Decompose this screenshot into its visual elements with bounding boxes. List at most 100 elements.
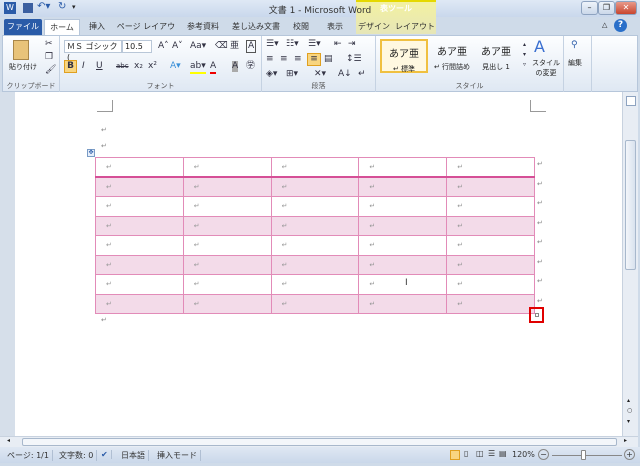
italic-button[interactable]: I: [82, 61, 85, 72]
table-cell[interactable]: ↵: [446, 196, 535, 217]
style-heading-1[interactable]: あア亜 見出し 1: [472, 39, 520, 73]
change-styles-button[interactable]: スタイルの変更: [530, 58, 562, 78]
table-cell[interactable]: ↵: [270, 293, 360, 314]
table-cell[interactable]: ↵: [182, 293, 272, 314]
proofing-icon[interactable]: ✔: [98, 450, 112, 459]
zoom-in-icon[interactable]: +: [624, 449, 635, 460]
line-spacing-icon[interactable]: ↕☰: [346, 54, 362, 65]
table-cell[interactable]: ↵: [182, 176, 272, 197]
table-cell[interactable]: ↵: [95, 157, 184, 178]
table-cell[interactable]: ↵: [182, 235, 272, 256]
help-icon[interactable]: ?: [614, 19, 627, 32]
borders-icon[interactable]: ⊞▾: [286, 69, 298, 80]
draft-view-icon[interactable]: ▤: [499, 449, 507, 458]
table-cell[interactable]: ↵: [446, 215, 535, 236]
table-cell[interactable]: ↵: [182, 215, 272, 236]
table-cell[interactable]: ↵: [270, 215, 360, 236]
phonetic-icon[interactable]: 亜: [230, 41, 239, 52]
font-name-select[interactable]: ＭＳ ゴシック (: [64, 40, 122, 62]
tab-references[interactable]: 参考資料: [180, 19, 226, 35]
subscript-button[interactable]: x₂: [134, 61, 143, 72]
shading-icon[interactable]: ◈▾: [266, 69, 277, 80]
table-cell[interactable]: ↵: [358, 157, 448, 178]
format-painter-icon[interactable]: 🖌: [45, 65, 56, 76]
zoom-level[interactable]: 120%: [512, 450, 535, 459]
restore-button[interactable]: ❐: [598, 1, 615, 15]
font-color-icon[interactable]: A: [210, 61, 217, 74]
tab-layout[interactable]: レイアウト: [394, 19, 436, 35]
align-left-icon[interactable]: ≡: [266, 54, 274, 65]
insert-mode[interactable]: 挿入モード: [154, 450, 201, 461]
table-cell[interactable]: ↵: [358, 215, 448, 236]
table-cell[interactable]: ↵: [446, 157, 535, 178]
styles-scroll-icon[interactable]: ▴ ▾ ▿: [523, 40, 526, 70]
table-cell[interactable]: ↵: [446, 235, 535, 256]
sort-icon[interactable]: A↓: [338, 69, 352, 80]
bold-button[interactable]: B: [64, 60, 77, 73]
paste-button[interactable]: 貼り付け: [9, 62, 37, 72]
distributed-icon[interactable]: ▤: [324, 54, 333, 65]
table-cell[interactable]: ↵: [358, 293, 448, 314]
text-effects-icon[interactable]: A▾: [170, 61, 181, 72]
align-center-icon[interactable]: ≡: [280, 54, 288, 65]
tab-review[interactable]: 校閲: [286, 19, 316, 35]
tab-view[interactable]: 表示: [318, 19, 352, 35]
table-cell[interactable]: ↵: [446, 274, 535, 295]
grow-font-icon[interactable]: A˄: [158, 41, 169, 52]
word-count[interactable]: 文字数: 0: [56, 450, 98, 461]
table-cell[interactable]: ↵: [358, 176, 448, 197]
tab-mailings[interactable]: 差し込み文書: [228, 19, 284, 35]
table-cell[interactable]: ↵: [95, 274, 184, 295]
align-right-icon[interactable]: ≡: [294, 54, 302, 65]
table-cell[interactable]: ↵: [182, 157, 272, 178]
tab-design[interactable]: デザイン: [356, 19, 392, 35]
table-cell[interactable]: ↵: [446, 293, 535, 314]
justify-icon[interactable]: ≡: [307, 53, 321, 66]
table-cell[interactable]: ↵: [95, 254, 184, 275]
table-cell[interactable]: ↵: [446, 254, 535, 275]
style-normal[interactable]: あア亜 ↵ 標準: [380, 39, 428, 73]
minimize-ribbon-icon[interactable]: △: [602, 21, 607, 29]
group-editing[interactable]: ⚲ 編集: [564, 36, 592, 92]
change-case-icon[interactable]: Aa▾: [190, 41, 206, 52]
paste-icon[interactable]: [13, 40, 29, 60]
enclose-char-icon[interactable]: ㊫: [246, 61, 255, 72]
shrink-font-icon[interactable]: A˅: [172, 41, 183, 52]
highlight-icon[interactable]: ab▾: [190, 61, 206, 74]
editing-button[interactable]: 編集: [568, 58, 582, 68]
style-no-spacing[interactable]: あア亜 ↵ 行間詰め: [428, 39, 476, 73]
find-icon[interactable]: ⚲: [571, 40, 578, 51]
table-cell[interactable]: ↵: [270, 196, 360, 217]
decrease-indent-icon[interactable]: ⇤: [334, 39, 342, 50]
minimize-button[interactable]: –: [581, 1, 598, 15]
strikethrough-button[interactable]: abc: [116, 61, 129, 72]
document-table[interactable]: ↵ ↵ ↵ ↵ ↵ ↵ ↵ ↵ ↵ ↵ ↵ ↵ ↵ ↵ ↵ ↵ ↵ ↵ ↵ ↵ ↵ ↵ ↵ ↵ ↵ ↵ ↵ ↵ ↵ ↵ ↵ ↵ ↵ ↵ ↵ ↵ ↵ ↵ ↵ ↵: [95, 157, 535, 314]
full-screen-view-icon[interactable]: ▯: [464, 449, 468, 458]
vertical-scrollbar[interactable]: ▴ ○ ▾: [622, 92, 638, 436]
table-cell[interactable]: ↵: [95, 235, 184, 256]
table-cell[interactable]: ↵: [182, 274, 272, 295]
web-layout-view-icon[interactable]: ◫: [476, 449, 484, 458]
font-size-select[interactable]: 10.5: [122, 40, 152, 53]
table-cell[interactable]: ↵: [182, 254, 272, 275]
print-layout-view-icon[interactable]: [450, 450, 460, 460]
table-cell[interactable]: ↵: [95, 293, 184, 314]
table-cell[interactable]: ↵: [95, 196, 184, 217]
copy-icon[interactable]: ❐: [45, 52, 53, 63]
outline-view-icon[interactable]: ☰: [488, 449, 495, 458]
h-scroll-thumb[interactable]: [22, 438, 617, 446]
language[interactable]: 日本語: [118, 450, 149, 461]
ruler-toggle-icon[interactable]: [626, 96, 636, 106]
table-cell[interactable]: ↵: [358, 274, 448, 295]
change-styles-icon[interactable]: A: [534, 38, 545, 56]
increase-indent-icon[interactable]: ⇥: [348, 39, 356, 50]
table-resize-handle[interactable]: [529, 307, 544, 323]
zoom-slider-thumb[interactable]: [581, 450, 586, 460]
table-cell[interactable]: ↵: [270, 274, 360, 295]
scroll-right-icon[interactable]: ▸: [624, 437, 627, 444]
table-cell[interactable]: ↵: [358, 196, 448, 217]
table-cell[interactable]: ↵: [95, 176, 184, 197]
tab-home[interactable]: ホーム: [44, 19, 80, 35]
prev-page-icon[interactable]: ▴: [627, 397, 630, 404]
multilevel-list-icon[interactable]: ☰▾: [308, 39, 321, 50]
